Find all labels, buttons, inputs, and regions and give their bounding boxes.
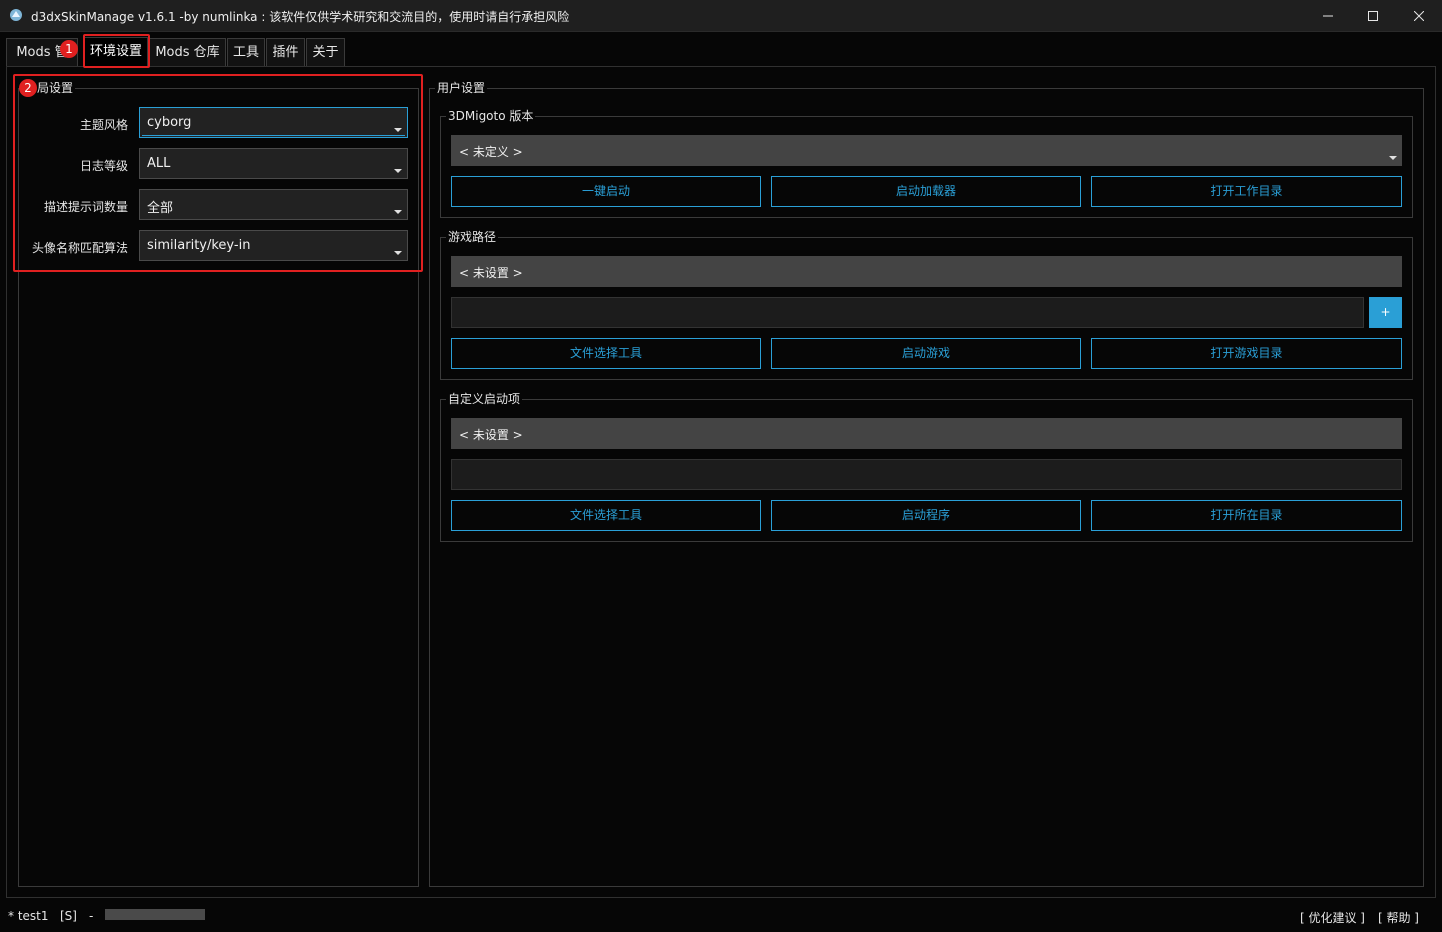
avatar-match-label: 头像名称匹配算法 bbox=[31, 241, 128, 255]
migoto-version-select[interactable]: < 未定义 > bbox=[451, 135, 1402, 166]
status-progress-bar bbox=[105, 909, 205, 920]
focus-underline bbox=[142, 135, 405, 136]
status-bar: * test1 [S] - [ 优化建议 ] [ 帮助 ] bbox=[0, 899, 1442, 932]
global-settings-title: 局设置 bbox=[35, 81, 76, 95]
custom-launch-title: 自定义启动项 bbox=[446, 392, 523, 406]
status-user: * test1 bbox=[8, 909, 49, 923]
app-logo-icon bbox=[10, 9, 22, 21]
migoto-version-value: < 未定义 > bbox=[459, 145, 523, 159]
title-bar: d3dxSkinManage v1.6.1 -by numlinka : 该软件… bbox=[0, 0, 1442, 32]
maximize-button[interactable] bbox=[1350, 0, 1396, 31]
launch-program-button[interactable]: 启动程序 bbox=[771, 500, 1081, 531]
dropdown-arrow-icon bbox=[1389, 156, 1397, 160]
dropdown-arrow-icon bbox=[394, 169, 402, 173]
window-title: d3dxSkinManage v1.6.1 -by numlinka : 该软件… bbox=[31, 10, 570, 24]
avatar-match-select[interactable]: similarity/key-in bbox=[139, 230, 408, 261]
open-work-dir-button[interactable]: 打开工作目录 bbox=[1091, 176, 1402, 207]
one-click-launch-button[interactable]: 一键启动 bbox=[451, 176, 761, 207]
custom-file-picker-button[interactable]: 文件选择工具 bbox=[451, 500, 761, 531]
game-path-title: 游戏路径 bbox=[446, 230, 499, 244]
minimize-icon bbox=[1323, 15, 1333, 16]
game-path-value: < 未设置 > bbox=[459, 266, 523, 280]
close-icon bbox=[1414, 10, 1424, 21]
theme-value: cyborg bbox=[147, 115, 192, 130]
tab-plugins[interactable]: 插件 bbox=[266, 38, 305, 66]
tab-mods-repository[interactable]: Mods 仓库 bbox=[149, 38, 226, 66]
open-program-dir-button[interactable]: 打开所在目录 bbox=[1091, 500, 1402, 531]
prompt-count-select[interactable]: 全部 bbox=[139, 189, 408, 220]
game-file-picker-button[interactable]: 文件选择工具 bbox=[451, 338, 761, 369]
custom-launch-value: < 未设置 > bbox=[459, 428, 523, 442]
prompt-count-label: 描述提示词数量 bbox=[43, 200, 128, 214]
user-settings-title: 用户设置 bbox=[435, 81, 488, 95]
tab-environment-settings[interactable]: 环境设置 bbox=[84, 37, 148, 67]
log-level-select[interactable]: ALL bbox=[139, 148, 408, 179]
theme-select[interactable]: cyborg bbox=[139, 107, 408, 138]
log-level-label: 日志等级 bbox=[79, 159, 128, 173]
annotation-marker-2: 2 bbox=[19, 79, 37, 97]
custom-args-input[interactable] bbox=[451, 459, 1402, 490]
launch-loader-button[interactable]: 启动加载器 bbox=[771, 176, 1081, 207]
status-dash: - bbox=[89, 909, 94, 923]
prompt-count-value: 全部 bbox=[147, 201, 174, 216]
suggest-link[interactable]: [ 优化建议 ] bbox=[1300, 909, 1365, 926]
log-level-value: ALL bbox=[147, 156, 171, 171]
close-button[interactable] bbox=[1396, 0, 1442, 31]
status-tag: [S] bbox=[60, 909, 77, 923]
dropdown-arrow-icon bbox=[394, 128, 402, 132]
migoto-title: 3DMigoto 版本 bbox=[446, 109, 536, 123]
tab-about[interactable]: 关于 bbox=[306, 38, 345, 66]
custom-launch-display: < 未设置 > bbox=[451, 418, 1402, 449]
help-link[interactable]: [ 帮助 ] bbox=[1378, 909, 1419, 926]
dropdown-arrow-icon bbox=[394, 210, 402, 214]
tab-tools[interactable]: 工具 bbox=[227, 38, 265, 66]
launch-game-button[interactable]: 启动游戏 bbox=[771, 338, 1081, 369]
maximize-icon bbox=[1368, 10, 1378, 21]
game-path-display: < 未设置 > bbox=[451, 256, 1402, 287]
add-button[interactable]: + bbox=[1369, 297, 1402, 328]
open-game-dir-button[interactable]: 打开游戏目录 bbox=[1091, 338, 1402, 369]
game-args-input[interactable] bbox=[451, 297, 1364, 328]
minimize-button[interactable] bbox=[1305, 0, 1351, 31]
annotation-marker-1: 1 bbox=[60, 40, 78, 58]
dropdown-arrow-icon bbox=[394, 251, 402, 255]
theme-label: 主题风格 bbox=[79, 118, 128, 132]
avatar-match-value: similarity/key-in bbox=[147, 238, 251, 253]
